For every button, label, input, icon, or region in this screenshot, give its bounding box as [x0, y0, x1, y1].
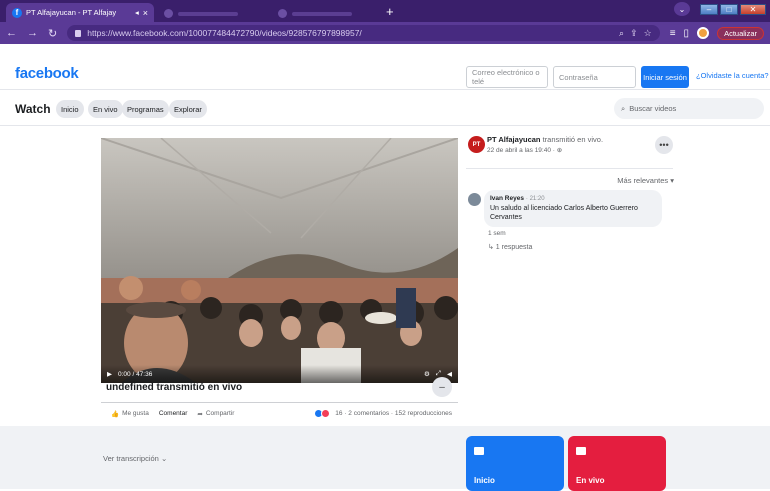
address-toolbar: ← → ↻ https://www.facebook.com/100077484… — [0, 22, 770, 44]
post-header: PT Alfajayucan transmitió en vivo. — [487, 135, 603, 144]
live-card-label: En vivo — [576, 476, 605, 485]
zoom-icon[interactable]: ⌕ — [619, 28, 624, 39]
tab-explorar[interactable]: Explorar — [169, 100, 207, 118]
like-button[interactable]: 👍 Me gusta — [111, 410, 149, 418]
comment-time: · 21:20 — [525, 196, 545, 202]
back-icon[interactable]: ← — [6, 27, 17, 39]
browser-tabbar: f PT Alfajayucan - PT Alfajay ◂ × + ⌄ – … — [0, 0, 770, 22]
page-avatar[interactable]: PT — [468, 136, 485, 153]
reload-icon[interactable]: ↻ — [48, 27, 57, 40]
tab-favicon-icon — [164, 9, 173, 18]
live-camera-icon — [576, 447, 586, 455]
sidebar-icon[interactable]: ▯ — [684, 28, 690, 39]
email-field[interactable]: Correo electrónico o telé — [466, 66, 548, 88]
video-actions-bar: 👍 Me gusta Comentar ➦ Compartir 16 · 2 c… — [101, 402, 458, 424]
commenter-avatar[interactable] — [468, 193, 481, 206]
video-title: undefined transmitió en vivo — [106, 382, 243, 393]
live-card[interactable]: En vivo — [568, 436, 666, 491]
facebook-favicon-icon: f — [12, 7, 22, 18]
share-button[interactable]: ➦ Compartir — [197, 410, 234, 418]
transcript-toggle[interactable]: Ver transcripción ⌄ — [103, 454, 167, 463]
search-icon: ⌕ — [621, 103, 626, 113]
share-label: Compartir — [205, 410, 235, 417]
login-button[interactable]: Iniciar sesión — [641, 66, 689, 88]
video-icon — [474, 447, 484, 455]
like-label: Me gusta — [122, 410, 149, 417]
minimize-button[interactable]: – — [700, 3, 718, 15]
divider — [466, 168, 673, 169]
update-button[interactable]: Actualizar — [717, 26, 764, 40]
tab-title: PT Alfajayucan - PT Alfajay — [26, 8, 117, 17]
comment-bubble: Ivan Reyes · 21:20 Un saludo al licencia… — [484, 190, 662, 227]
post-date-text: 22 de abril a las 19:40 · — [487, 147, 557, 154]
tab-title-blurred — [292, 11, 352, 16]
facebook-logo[interactable]: facebook — [15, 65, 79, 82]
watch-title: Watch — [15, 102, 51, 116]
forgot-account-link[interactable]: ¿Olvidaste la cuenta? — [696, 71, 769, 80]
browser-tab[interactable] — [158, 5, 268, 22]
search-placeholder: Buscar videos — [629, 104, 677, 113]
forward-icon[interactable]: → — [27, 27, 38, 39]
comment-sort-dropdown[interactable]: Más relevantes ▾ — [617, 176, 674, 185]
bookmark-star-icon[interactable]: ☆ — [644, 28, 652, 39]
post-options-icon[interactable]: ••• — [655, 136, 673, 154]
password-field[interactable]: Contraseña — [553, 66, 636, 88]
watch-navbar: Watch Inicio En vivo Programas Explorar … — [0, 90, 770, 126]
comment-label: Comentar — [158, 410, 188, 417]
url-text: https://www.facebook.com/100077484472790… — [87, 28, 362, 38]
lock-icon — [75, 29, 82, 37]
view-replies-link[interactable]: ↳ 1 respuesta — [488, 243, 532, 251]
comment-button[interactable]: Comentar — [159, 410, 188, 417]
profile-avatar-icon[interactable] — [697, 27, 710, 39]
comment-text: Un saludo al licenciado Carlos Alberto G… — [490, 204, 638, 222]
comment-age[interactable]: 1 sem — [488, 230, 506, 237]
reaction-stats[interactable]: 16 · 2 comentarios · 152 reproducciones — [314, 409, 452, 418]
tab-favicon-icon — [278, 9, 287, 18]
tab-en-vivo[interactable]: En vivo — [88, 100, 123, 118]
more-options-icon[interactable]: – — [432, 377, 452, 397]
stats-text: 16 · 2 comentarios · 152 reproducciones — [335, 410, 452, 417]
browser-tab[interactable] — [272, 5, 382, 22]
email-placeholder: Correo electrónico o telé — [472, 68, 540, 86]
comment-author[interactable]: Ivan Reyes — [490, 195, 524, 202]
audio-icon: ◂ — [134, 8, 139, 17]
tab-inicio[interactable]: Inicio — [56, 100, 84, 118]
home-card[interactable]: Inicio — [466, 436, 564, 491]
close-tab-icon[interactable]: × — [143, 8, 148, 18]
video-player[interactable]: ▶ 0:00 / 47:36 ⚙ ⤢ ◀ — [101, 138, 458, 383]
globe-icon: ⊕ — [556, 147, 563, 154]
new-tab-icon[interactable]: + — [386, 4, 394, 19]
tab-title-blurred — [178, 11, 238, 16]
video-controls: ▶ 0:00 / 47:36 ⚙ ⤢ ◀ — [101, 365, 458, 383]
facebook-header: facebook Correo electrónico o telé Contr… — [0, 44, 770, 90]
home-card-label: Inicio — [474, 476, 495, 485]
post-side-panel: PT PT Alfajayucan transmitió en vivo. 22… — [460, 126, 680, 426]
close-window-button[interactable]: ✕ — [740, 3, 766, 15]
post-action-text: transmitió en vivo. — [542, 135, 604, 144]
maximize-button[interactable]: □ — [720, 3, 738, 15]
tab-search-icon[interactable]: ⌄ — [674, 2, 690, 16]
settings-icon[interactable]: ⚙ — [424, 370, 430, 378]
play-icon[interactable]: ▶ — [107, 370, 112, 378]
video-search-input[interactable]: ⌕ Buscar videos — [614, 98, 764, 119]
bottom-section: Ver transcripción ⌄ Inicio En vivo — [0, 426, 770, 491]
share-icon[interactable]: ⇪ — [630, 28, 638, 39]
tab-programas[interactable]: Programas — [122, 100, 169, 118]
love-reaction-icon — [321, 409, 331, 418]
video-time: 0:00 / 47:36 — [118, 370, 153, 378]
browser-tab-active[interactable]: f PT Alfajayucan - PT Alfajay ◂ × — [6, 3, 154, 22]
password-placeholder: Contraseña — [559, 72, 598, 82]
address-bar[interactable]: https://www.facebook.com/100077484472790… — [67, 25, 660, 41]
share-icon: ➦ — [197, 410, 203, 418]
video-frame-image — [101, 138, 458, 383]
thumbs-up-icon: 👍 — [111, 410, 120, 418]
post-date[interactable]: 22 de abril a las 19:40 · ⊕ — [487, 146, 562, 154]
reading-list-icon[interactable]: ≡ — [670, 28, 676, 39]
window-controls: ⌄ – □ ✕ — [674, 2, 766, 16]
volume-icon[interactable]: ◀ — [447, 370, 452, 378]
page-name-link[interactable]: PT Alfajayucan — [487, 135, 541, 144]
